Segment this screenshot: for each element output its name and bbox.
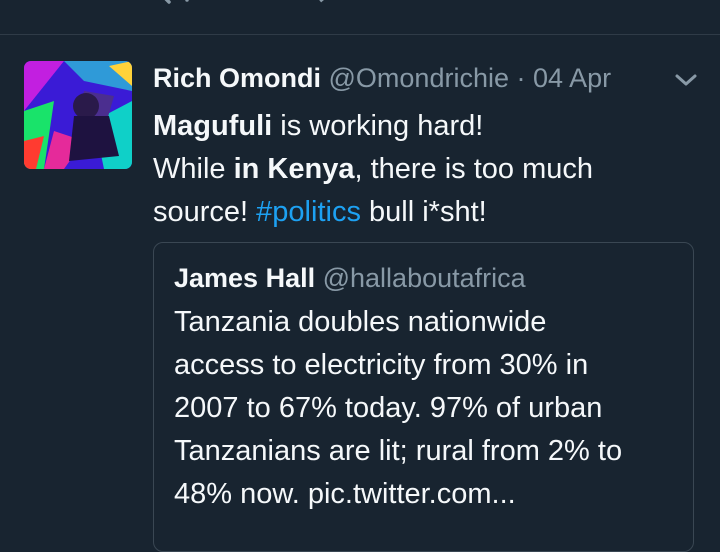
quoted-tweet[interactable]: James Hall @hallaboutafrica Tanzania dou… [153, 242, 694, 552]
tweet-text-segment: , there is too much [354, 153, 594, 185]
quoted-text-line: Tanzanians are lit; rural from 2% to [174, 435, 623, 467]
quoted-tweet-header: James Hall @hallaboutafrica [174, 261, 526, 295]
quoted-text-line: 48% now. pic.twitter.com... [174, 478, 516, 510]
tweet-text-segment: source! [153, 196, 257, 228]
tweet-header: Rich Omondi @Omondrichie · 04 Apr [153, 61, 611, 95]
tweet-date[interactable]: 04 Apr [533, 63, 611, 93]
reply-icon[interactable] [155, 0, 189, 12]
separator-dot: · [516, 63, 526, 93]
quoted-text-line: access to electricity from 30% in [174, 349, 589, 381]
avatar[interactable] [24, 61, 132, 169]
message-icon[interactable] [590, 0, 624, 12]
user-handle[interactable]: @Omondrichie [329, 63, 509, 93]
tweet-text-bold-1: Magufuli [153, 110, 273, 142]
previous-tweet-actions [0, 0, 720, 34]
chevron-down-icon[interactable] [673, 67, 699, 93]
retweet-icon[interactable] [303, 0, 337, 12]
quoted-tweet-text: Tanzania doubles nationwide access to el… [174, 301, 679, 516]
tweet[interactable]: Rich Omondi @Omondrichie · 04 Apr Magufu… [0, 35, 720, 552]
hashtag-link[interactable]: #politics [256, 196, 361, 228]
display-name[interactable]: Rich Omondi [153, 63, 321, 93]
heart-icon[interactable] [442, 0, 476, 12]
tweet-text-segment: is working hard! [272, 110, 484, 142]
quoted-text-line: Tanzania doubles nationwide [174, 306, 547, 338]
quoted-display-name: James Hall [174, 263, 316, 293]
tweet-text-segment: While [153, 153, 234, 185]
tweet-text: Magufuli is working hard! While in Kenya… [153, 105, 673, 234]
tweet-text-segment: bull i*sht! [360, 196, 487, 228]
quoted-text-line: 2007 to 67% today. 97% of urban [174, 392, 603, 424]
quoted-user-handle: @hallaboutafrica [322, 263, 526, 293]
tweet-text-bold-2: in Kenya [233, 153, 355, 185]
